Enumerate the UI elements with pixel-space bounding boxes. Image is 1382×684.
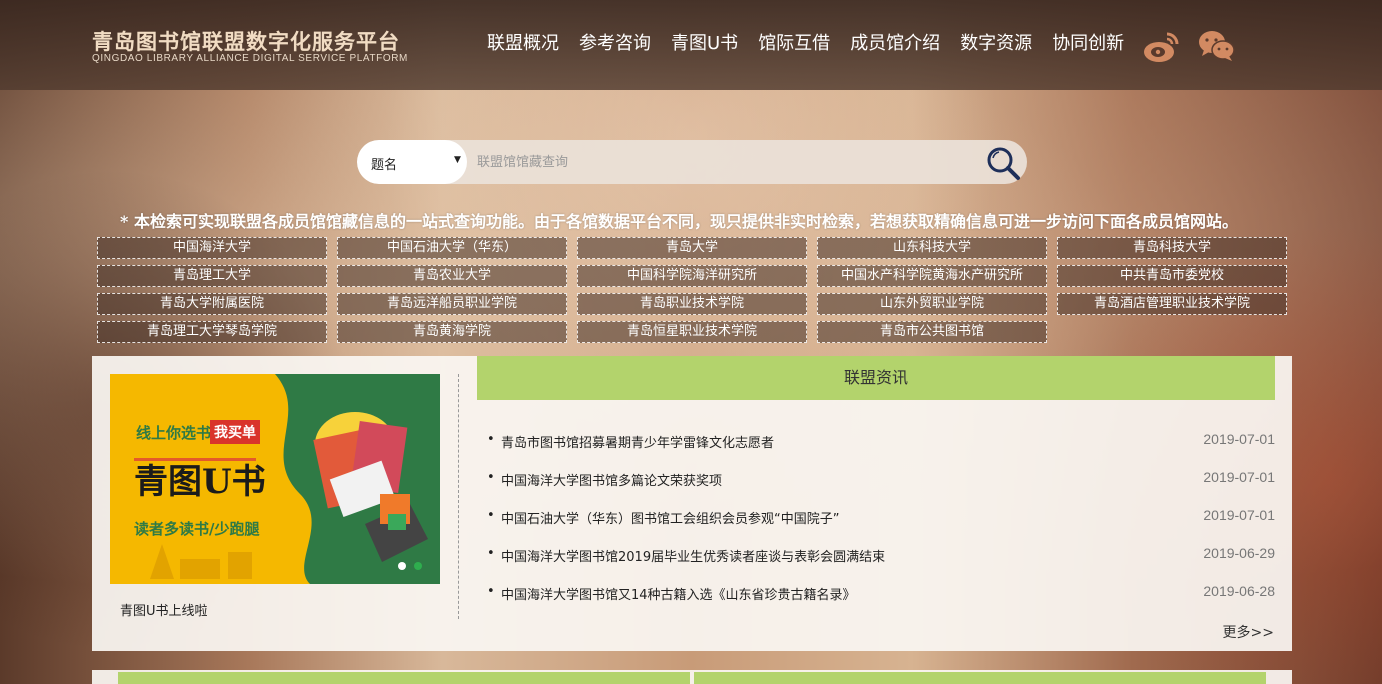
news-date: 2019-07-01 bbox=[1203, 431, 1275, 447]
search-notice: * 本检索可实现联盟各成员馆馆藏信息的一站式查询功能。由于各馆数据平台不同，现只… bbox=[120, 212, 1238, 231]
member-library-link[interactable]: 中国石油大学（华东） bbox=[337, 237, 567, 259]
member-library-link[interactable]: 青岛远洋船员职业学院 bbox=[337, 293, 567, 315]
news-item[interactable]: • 中国海洋大学图书馆2019届毕业生优秀读者座谈与表彰会圆满结束 2019-0… bbox=[487, 542, 1275, 580]
more-news-link[interactable]: 更多>> bbox=[1223, 622, 1274, 642]
news-heading: 联盟资讯 bbox=[477, 356, 1275, 400]
search-field-select[interactable]: 题名 ▼ bbox=[357, 140, 467, 184]
bullet: • bbox=[487, 584, 495, 599]
member-library-link[interactable]: 青岛大学 bbox=[577, 237, 807, 259]
nav-item-member-libraries[interactable]: 成员馆介绍 bbox=[850, 32, 940, 56]
news-list: • 青岛市图书馆招募暑期青少年学雷锋文化志愿者 2019-07-01 • 中国海… bbox=[487, 428, 1275, 618]
news-item[interactable]: • 中国石油大学（华东）图书馆工会组织会员参观“中国院子” 2019-07-01 bbox=[487, 504, 1275, 542]
news-title[interactable]: 中国石油大学（华东）图书馆工会组织会员参观“中国院子” bbox=[501, 508, 839, 527]
caret-down-icon: ▼ bbox=[454, 155, 461, 165]
nav-item-digital-resources[interactable]: 数字资源 bbox=[960, 32, 1032, 56]
next-section-heading-right bbox=[694, 672, 1266, 684]
news-item[interactable]: • 中国海洋大学图书馆又14种古籍入选《山东省珍贵古籍名录》 2019-06-2… bbox=[487, 580, 1275, 618]
member-library-link[interactable]: 中国科学院海洋研究所 bbox=[577, 265, 807, 287]
site-header: 青岛图书馆联盟数字化服务平台 QINGDAO LIBRARY ALLIANCE … bbox=[0, 0, 1382, 90]
member-library-link[interactable]: 青岛大学附属医院 bbox=[97, 293, 327, 315]
search-bar: 题名 ▼ bbox=[357, 140, 1027, 184]
member-library-link[interactable]: 青岛酒店管理职业技术学院 bbox=[1057, 293, 1287, 315]
news-title[interactable]: 中国海洋大学图书馆多篇论文荣获奖项 bbox=[501, 470, 722, 489]
banner-caption[interactable]: 青图U书上线啦 bbox=[120, 600, 208, 619]
member-library-link[interactable]: 青岛农业大学 bbox=[337, 265, 567, 287]
news-title[interactable]: 中国海洋大学图书馆2019届毕业生优秀读者座谈与表彰会圆满结束 bbox=[501, 546, 885, 565]
bullet: • bbox=[487, 470, 495, 485]
site-logo-title[interactable]: 青岛图书馆联盟数字化服务平台 bbox=[92, 26, 400, 56]
member-library-link[interactable]: 青岛市公共图书馆 bbox=[817, 321, 1047, 343]
promo-title: 青图U书 bbox=[134, 462, 266, 502]
search-icon[interactable] bbox=[985, 145, 1021, 181]
news-date: 2019-07-01 bbox=[1203, 469, 1275, 485]
search-input[interactable] bbox=[469, 140, 969, 184]
promo-line3: 读者多读书/少跑腿 bbox=[134, 520, 260, 538]
panel-divider bbox=[458, 374, 459, 619]
member-library-link[interactable]: 中国海洋大学 bbox=[97, 237, 327, 259]
nav-item-reference[interactable]: 参考咨询 bbox=[579, 32, 651, 56]
promo-line1: 线上你选书 bbox=[136, 424, 212, 442]
weibo-icon[interactable] bbox=[1143, 28, 1181, 64]
promo-tag: 我买单 bbox=[210, 420, 260, 444]
nav-item-alliance-overview[interactable]: 联盟概况 bbox=[487, 32, 559, 56]
news-date: 2019-06-28 bbox=[1203, 583, 1275, 599]
next-section-heading-left bbox=[118, 672, 690, 684]
member-library-link[interactable]: 山东外贸职业学院 bbox=[817, 293, 1047, 315]
bullet: • bbox=[487, 508, 495, 523]
news-title[interactable]: 中国海洋大学图书馆又14种古籍入选《山东省珍贵古籍名录》 bbox=[501, 584, 856, 603]
search-field-selected: 题名 bbox=[371, 158, 398, 173]
news-panel: 线上你选书 我买单 青图U书 读者多读书/少跑腿 青图U书上线啦 联盟资讯 • … bbox=[92, 356, 1292, 651]
member-library-link[interactable]: 青岛黄海学院 bbox=[337, 321, 567, 343]
news-date: 2019-07-01 bbox=[1203, 507, 1275, 523]
member-library-link[interactable]: 青岛恒星职业技术学院 bbox=[577, 321, 807, 343]
member-library-link[interactable]: 青岛科技大学 bbox=[1057, 237, 1287, 259]
member-library-link[interactable]: 山东科技大学 bbox=[817, 237, 1047, 259]
news-title[interactable]: 青岛市图书馆招募暑期青少年学雷锋文化志愿者 bbox=[501, 432, 774, 451]
bullet: • bbox=[487, 432, 495, 447]
member-library-link[interactable]: 青岛职业技术学院 bbox=[577, 293, 807, 315]
member-library-link[interactable]: 青岛理工大学琴岛学院 bbox=[97, 321, 327, 343]
promo-banner[interactable]: 线上你选书 我买单 青图U书 读者多读书/少跑腿 bbox=[110, 374, 440, 584]
nav-item-u-book[interactable]: 青图U书 bbox=[671, 32, 738, 56]
nav-item-innovation[interactable]: 协同创新 bbox=[1052, 32, 1124, 56]
news-item[interactable]: • 中国海洋大学图书馆多篇论文荣获奖项 2019-07-01 bbox=[487, 466, 1275, 504]
member-library-link[interactable]: 中共青岛市委党校 bbox=[1057, 265, 1287, 287]
main-nav: 联盟概况 参考咨询 青图U书 馆际互借 成员馆介绍 数字资源 协同创新 bbox=[487, 32, 1144, 56]
site-logo-subtitle: QINGDAO LIBRARY ALLIANCE DIGITAL SERVICE… bbox=[92, 53, 408, 64]
member-library-link[interactable]: 青岛理工大学 bbox=[97, 265, 327, 287]
nav-item-interlibrary-loan[interactable]: 馆际互借 bbox=[758, 32, 830, 56]
member-library-link[interactable]: 中国水产科学院黄海水产研究所 bbox=[817, 265, 1047, 287]
news-item[interactable]: • 青岛市图书馆招募暑期青少年学雷锋文化志愿者 2019-07-01 bbox=[487, 428, 1275, 466]
member-library-grid: 中国海洋大学 中国石油大学（华东） 青岛大学 山东科技大学 青岛科技大学 青岛理… bbox=[97, 237, 1292, 343]
bullet: • bbox=[487, 546, 495, 561]
news-date: 2019-06-29 bbox=[1203, 545, 1275, 561]
wechat-icon[interactable] bbox=[1198, 28, 1236, 64]
